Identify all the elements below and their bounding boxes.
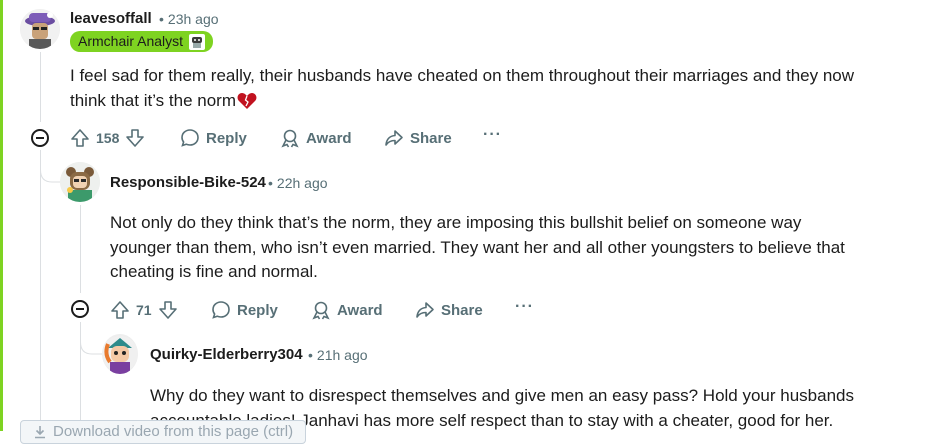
thread-line bbox=[80, 205, 81, 293]
timestamp-text: 23h ago bbox=[167, 11, 219, 27]
comment-author[interactable]: Quirky-Elderberry304 bbox=[150, 346, 303, 363]
vote-control: 71 bbox=[110, 298, 178, 322]
comment-bubble-icon bbox=[212, 301, 230, 319]
reply-button[interactable]: Reply bbox=[211, 298, 278, 322]
downvote-icon[interactable] bbox=[125, 128, 145, 148]
comment-timestamp: • 21h ago bbox=[308, 347, 368, 363]
upvote-icon[interactable] bbox=[70, 128, 90, 148]
user-flair: Armchair Analyst bbox=[70, 31, 214, 52]
comment-body-line: cheating is fine and normal. bbox=[110, 262, 318, 281]
comment-body: I feel sad for them really, their husban… bbox=[70, 64, 930, 113]
share-label: Share bbox=[410, 129, 452, 147]
share-icon bbox=[416, 302, 434, 318]
comment-body-line-text: think that it’s the norm bbox=[70, 90, 236, 110]
downvote-icon[interactable] bbox=[158, 300, 178, 320]
comment-body-line: Why do they want to disrespect themselve… bbox=[150, 386, 854, 405]
comment-timestamp: • 22h ago bbox=[268, 175, 328, 191]
thread-branch bbox=[80, 322, 104, 355]
timestamp-text: 22h ago bbox=[276, 175, 328, 191]
share-button[interactable]: Share bbox=[415, 298, 483, 322]
share-label: Share bbox=[441, 301, 483, 319]
flair-emoji-icon bbox=[189, 33, 206, 50]
award-label: Award bbox=[306, 129, 352, 147]
vote-count: 71 bbox=[136, 302, 152, 318]
vote-count: 158 bbox=[96, 130, 120, 146]
more-options-button[interactable]: ··· bbox=[483, 126, 502, 144]
comment-body-line: Not only do they think that’s the norm, … bbox=[110, 213, 802, 232]
collapse-thread-button[interactable] bbox=[31, 129, 49, 147]
thread-branch bbox=[40, 150, 62, 183]
share-button[interactable]: Share bbox=[384, 126, 452, 150]
reply-button[interactable]: Reply bbox=[180, 126, 247, 150]
comment-body-line: I feel sad for them really, their husban… bbox=[70, 66, 855, 85]
award-button[interactable]: Award bbox=[280, 126, 352, 150]
avatar[interactable] bbox=[60, 162, 100, 202]
download-video-label: Download video from this page (ctrl) bbox=[53, 423, 294, 440]
comment-timestamp: • 23h ago bbox=[159, 11, 219, 27]
award-button[interactable]: Award bbox=[311, 298, 383, 322]
comment-author[interactable]: Responsible-Bike-524 bbox=[110, 174, 266, 191]
comment-bubble-icon bbox=[181, 129, 199, 147]
comment-body-line: younger than them, who isn’t even marrie… bbox=[110, 237, 845, 257]
thread-line bbox=[40, 52, 41, 122]
avatar[interactable] bbox=[20, 9, 60, 49]
upvote-icon[interactable] bbox=[110, 300, 130, 320]
comment-author[interactable]: leavesoffall bbox=[70, 10, 152, 27]
download-icon bbox=[35, 426, 45, 439]
award-label: Award bbox=[337, 301, 383, 319]
download-video-button[interactable]: Download video from this page (ctrl) bbox=[20, 420, 307, 444]
timestamp-text: 21h ago bbox=[316, 347, 368, 363]
award-icon bbox=[312, 301, 330, 320]
award-icon bbox=[281, 129, 299, 148]
share-icon bbox=[385, 130, 403, 146]
reply-label: Reply bbox=[237, 301, 278, 319]
reply-label: Reply bbox=[206, 129, 247, 147]
comment-body: Not only do they think that’s the norm, … bbox=[110, 211, 930, 285]
collapse-thread-button[interactable] bbox=[71, 300, 89, 318]
comment-body-line: think that it’s the norm bbox=[70, 89, 930, 114]
broken-heart-icon bbox=[237, 92, 257, 109]
more-options-button[interactable]: ··· bbox=[515, 298, 534, 316]
flair-text: Armchair Analyst bbox=[78, 33, 184, 49]
thread-line bbox=[40, 150, 41, 431]
vote-control: 158 bbox=[70, 126, 145, 150]
thread-edge-highlight bbox=[0, 0, 3, 431]
avatar[interactable] bbox=[102, 334, 138, 374]
